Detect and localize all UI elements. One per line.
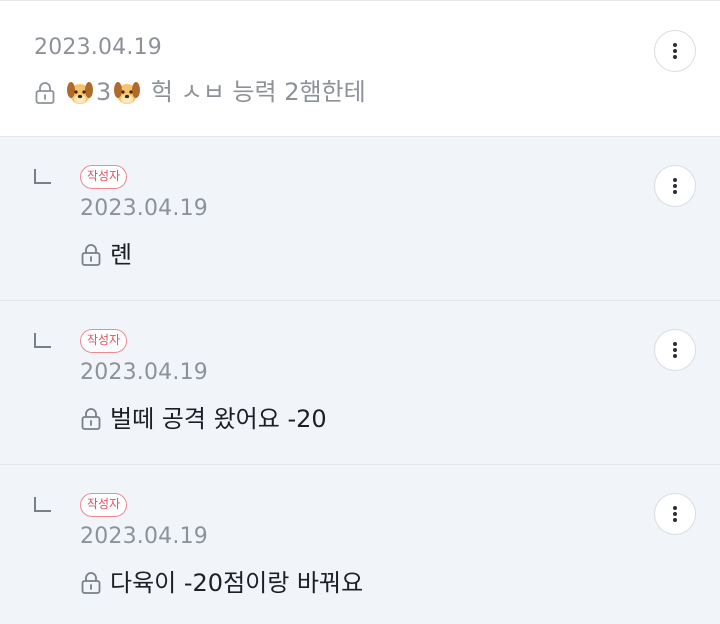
reply-date: 2023.04.19 bbox=[80, 196, 208, 221]
comment-date: 2023.04.19 bbox=[34, 35, 162, 60]
comment-body: 3 헉 ㅅㅂ 능력 2햄한테 bbox=[34, 77, 720, 108]
more-options-button[interactable] bbox=[654, 165, 696, 207]
reply-item: 작성자 2023.04.19 롄 bbox=[0, 137, 720, 301]
reply-text: 벌떼 공격 왔어요 -20 bbox=[110, 405, 327, 433]
reply-body: 벌떼 공격 왔어요 -20 bbox=[80, 404, 720, 434]
reply-arrow-icon bbox=[34, 169, 51, 184]
author-badge: 작성자 bbox=[80, 329, 128, 353]
reply-text: 롄 bbox=[110, 241, 133, 269]
reply-arrow-icon bbox=[34, 497, 51, 512]
dog-emoji-icon bbox=[67, 82, 93, 104]
comment-text-part-1: 3 bbox=[96, 78, 112, 106]
dog-emoji-icon bbox=[114, 82, 141, 104]
author-badge: 작성자 bbox=[80, 165, 128, 189]
more-options-button[interactable] bbox=[654, 30, 696, 72]
reply-date: 2023.04.19 bbox=[80, 524, 208, 549]
more-vertical-icon bbox=[673, 342, 677, 358]
comment-text-part-2: 헉 ㅅㅂ 능력 2햄한테 bbox=[143, 78, 366, 106]
more-vertical-icon bbox=[673, 506, 677, 522]
reply-item: 작성자 2023.04.19 다육이 -20점이랑 바꿔요 bbox=[0, 465, 720, 624]
more-options-button[interactable] bbox=[654, 493, 696, 535]
reply-body: 롄 bbox=[80, 240, 720, 270]
lock-icon bbox=[81, 408, 101, 430]
reply-item: 작성자 2023.04.19 벌떼 공격 왔어요 -20 bbox=[0, 301, 720, 465]
lock-icon bbox=[81, 572, 101, 594]
reply-arrow-icon bbox=[34, 333, 51, 348]
lock-icon bbox=[35, 81, 55, 104]
reply-text: 다육이 -20점이랑 바꿔요 bbox=[110, 569, 364, 597]
author-badge: 작성자 bbox=[80, 493, 128, 517]
reply-date: 2023.04.19 bbox=[80, 360, 208, 385]
more-vertical-icon bbox=[673, 43, 677, 59]
comment-item: 2023.04.19 3 헉 ㅅㅂ 능력 2햄한테 bbox=[0, 1, 720, 137]
more-vertical-icon bbox=[673, 178, 677, 194]
lock-icon bbox=[81, 244, 101, 266]
reply-body: 다육이 -20점이랑 바꿔요 bbox=[80, 568, 720, 598]
more-options-button[interactable] bbox=[654, 329, 696, 371]
